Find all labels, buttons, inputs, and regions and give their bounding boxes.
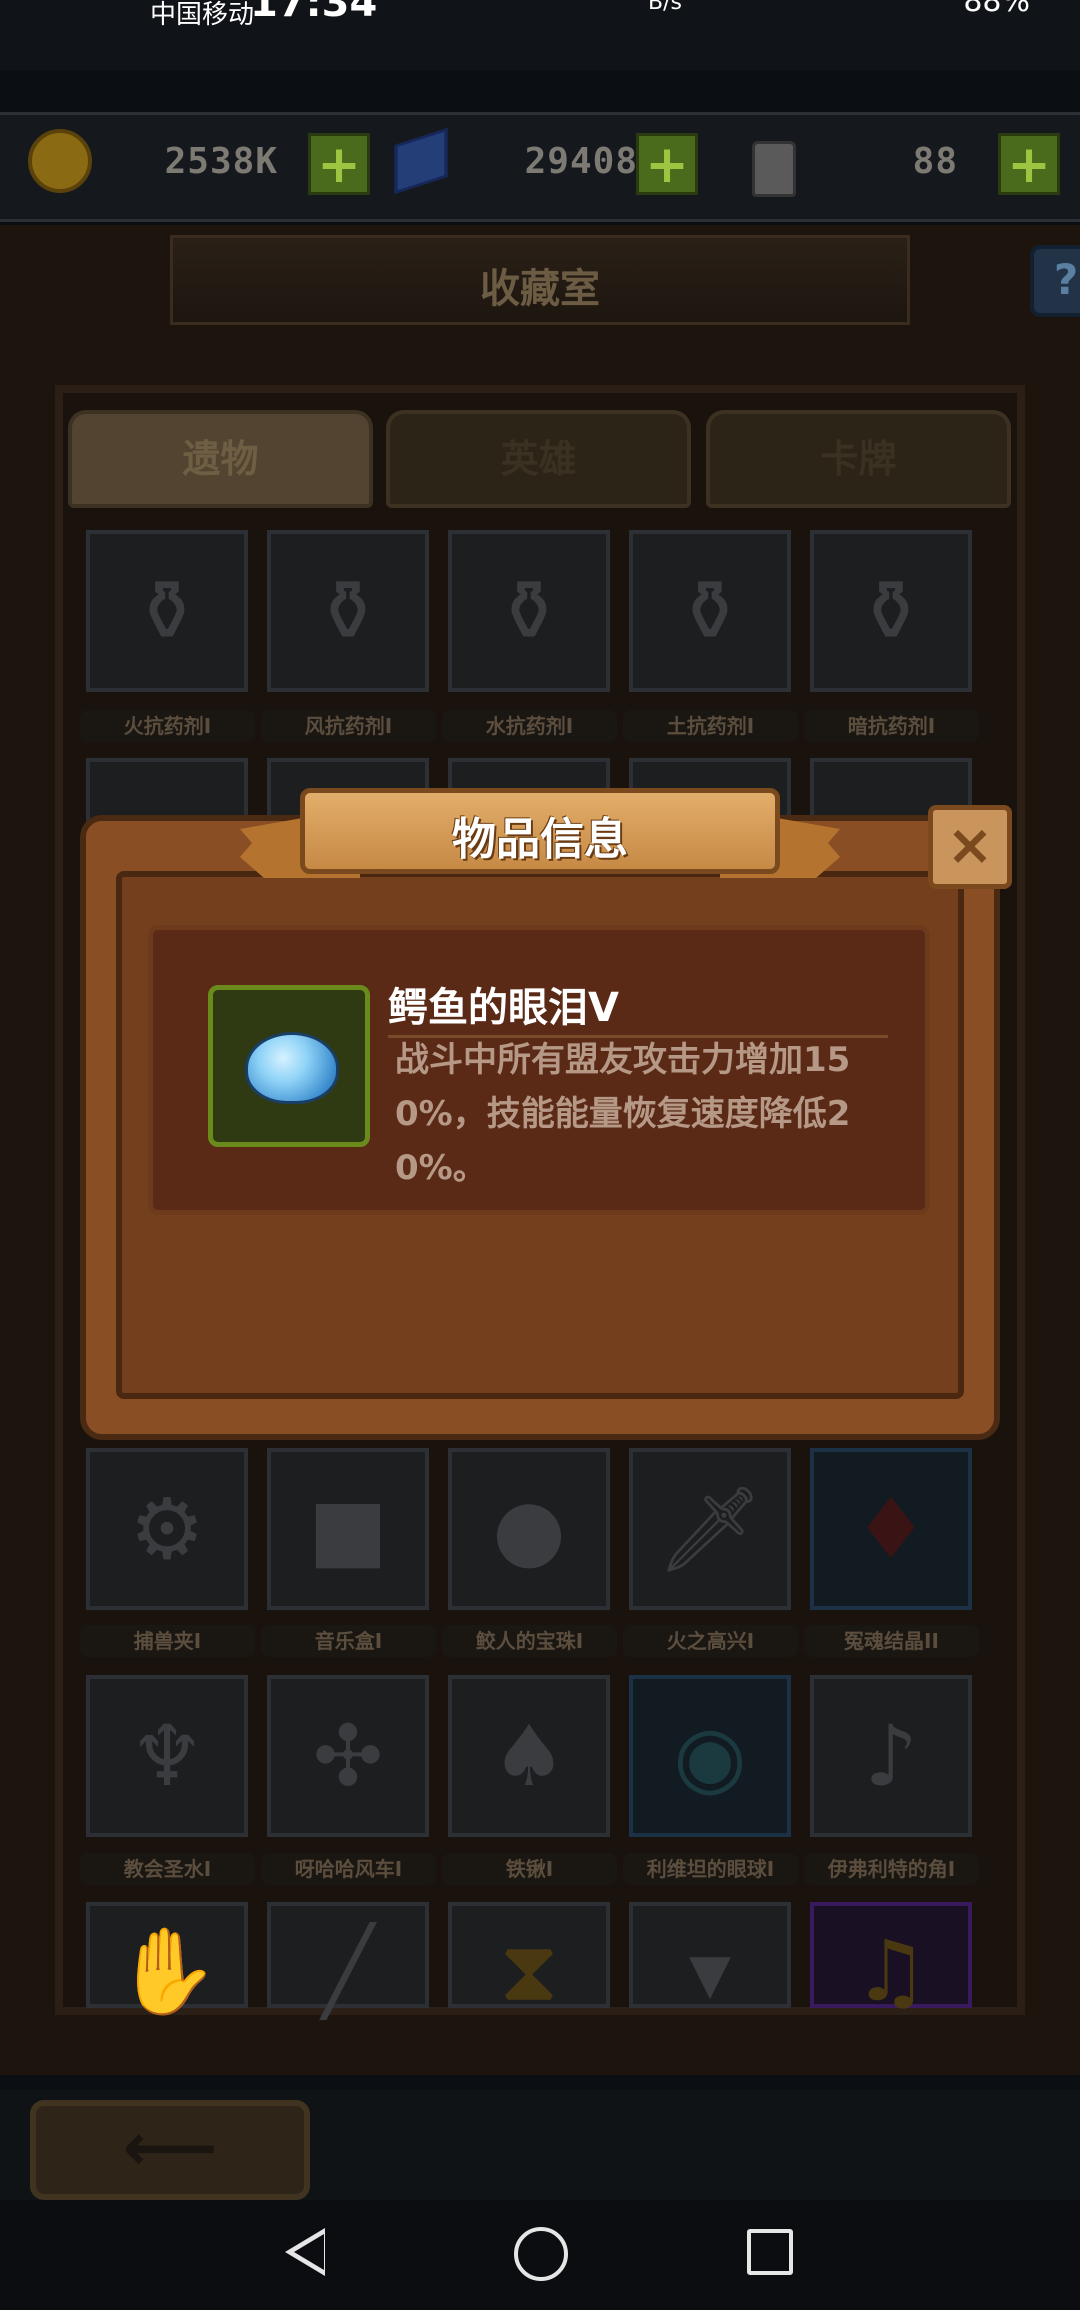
gold-resource: 2538K + bbox=[28, 129, 370, 199]
relic-slot[interactable]: ♫ bbox=[810, 1902, 972, 2020]
eyeball-icon: ◉ bbox=[673, 1707, 747, 1805]
carrier-label: 中国移动 bbox=[150, 0, 255, 30]
potion-flask-icon: ⚱ bbox=[131, 562, 203, 660]
title-banner: 收藏室 bbox=[170, 235, 910, 325]
relic-slot[interactable]: ⚱ bbox=[810, 530, 972, 692]
relic-slot[interactable]: ⚙ bbox=[86, 1448, 248, 1610]
status-bar: 中国移动 17:34 B/s 88% bbox=[0, 0, 1080, 70]
relic-slot[interactable]: 🗡 bbox=[629, 1448, 791, 1610]
horn-gold-icon: ♫ bbox=[853, 1922, 929, 2020]
relic-name: 冤魂结晶II bbox=[804, 1625, 979, 1657]
feather-icon: ╱ bbox=[322, 1922, 374, 2020]
shovel-icon: ♠ bbox=[491, 1707, 567, 1805]
relic-slot[interactable]: ▾ bbox=[629, 1902, 791, 2020]
nav-recents-icon[interactable] bbox=[747, 2229, 793, 2275]
relic-name: 火抗药剂I bbox=[80, 710, 255, 742]
relic-slot[interactable]: ⚱ bbox=[629, 530, 791, 692]
potion-amount: 88 bbox=[912, 141, 958, 182]
relic-slot[interactable]: ✣ bbox=[267, 1675, 429, 1837]
pearl-icon: ● bbox=[492, 1480, 566, 1578]
relic-slot[interactable]: ♦ bbox=[810, 1448, 972, 1610]
relic-name: 鲛人的宝珠I bbox=[442, 1625, 617, 1657]
gem-amount: 29408 bbox=[524, 141, 638, 182]
horn-icon: ♪ bbox=[864, 1707, 918, 1805]
music-box-icon: ■ bbox=[308, 1480, 388, 1578]
potion-flask-icon: ⚱ bbox=[674, 562, 746, 660]
sword-icon: 🗡 bbox=[656, 1480, 764, 1578]
relic-slot[interactable]: ◉ bbox=[629, 1675, 791, 1837]
page-title: 收藏室 bbox=[480, 266, 600, 312]
relic-name: 土抗药剂I bbox=[623, 710, 798, 742]
claw-icon: ✋ bbox=[114, 1922, 220, 2020]
resource-bar: 2538K + 29408 + 88 + bbox=[0, 112, 1080, 222]
add-gold-button[interactable]: + bbox=[308, 133, 370, 195]
item-name: 鳄鱼的眼泪V bbox=[388, 985, 619, 1031]
gold-amount: 2538K bbox=[164, 141, 278, 182]
gold-coin-icon bbox=[28, 129, 92, 193]
network-speed: B/s bbox=[648, 0, 682, 15]
relic-name: 利维坦的眼球I bbox=[623, 1853, 798, 1885]
potion-flask-icon: ⚱ bbox=[312, 562, 384, 660]
crystal-icon: ♦ bbox=[853, 1480, 929, 1578]
mask-icon: ▾ bbox=[688, 1922, 732, 2020]
crocodile-tear-icon bbox=[245, 1032, 339, 1104]
relic-name: 火之高兴I bbox=[623, 1625, 798, 1657]
relic-slot[interactable]: ⧗ bbox=[448, 1902, 610, 2020]
relic-name: 伊弗利特的角I bbox=[804, 1853, 979, 1885]
relic-name: 呀哈哈风车I bbox=[261, 1853, 436, 1885]
pinwheel-icon: ✣ bbox=[312, 1707, 384, 1805]
battery-level: 88% bbox=[963, 0, 1030, 19]
add-potions-button[interactable]: + bbox=[998, 133, 1060, 195]
relic-slot[interactable]: ● bbox=[448, 1448, 610, 1610]
modal-title: 物品信息 bbox=[452, 814, 628, 865]
item-icon-frame bbox=[208, 985, 370, 1147]
add-gems-button[interactable]: + bbox=[636, 133, 698, 195]
tab-relics[interactable]: 遗物 bbox=[68, 410, 373, 508]
relic-slot[interactable]: ⚱ bbox=[267, 530, 429, 692]
relic-name: 捕兽夹I bbox=[80, 1625, 255, 1657]
relic-name: 教会圣水I bbox=[80, 1853, 255, 1885]
gem-icon bbox=[394, 128, 448, 194]
relic-slot[interactable]: ♆ bbox=[86, 1675, 248, 1837]
potion-flask-icon: ⚱ bbox=[493, 562, 565, 660]
relic-name: 风抗药剂I bbox=[261, 710, 436, 742]
relic-slot[interactable]: ■ bbox=[267, 1448, 429, 1610]
relic-slot[interactable]: ⚱ bbox=[448, 530, 610, 692]
hourglass-icon: ⧗ bbox=[499, 1922, 559, 2020]
relic-slot[interactable]: ╱ bbox=[267, 1902, 429, 2020]
relic-slot[interactable]: ♪ bbox=[810, 1675, 972, 1837]
relic-slot[interactable]: ✋ bbox=[86, 1902, 248, 2020]
relic-name: 水抗药剂I bbox=[442, 710, 617, 742]
potion-flask-icon: ⚱ bbox=[855, 562, 927, 660]
relic-name: 音乐盒I bbox=[261, 1625, 436, 1657]
potion-resource: 88 + bbox=[748, 129, 1068, 199]
tab-heroes[interactable]: 英雄 bbox=[386, 410, 691, 508]
clock: 17:34 bbox=[250, 0, 378, 26]
relic-name: 暗抗药剂I bbox=[804, 710, 979, 742]
tab-cards[interactable]: 卡牌 bbox=[706, 410, 1011, 508]
relic-slot[interactable]: ⚱ bbox=[86, 530, 248, 692]
gem-resource: 29408 + bbox=[388, 128, 708, 199]
nav-home-icon[interactable] bbox=[514, 2227, 568, 2281]
relic-slot[interactable]: ♠ bbox=[448, 1675, 610, 1837]
close-button[interactable]: × bbox=[928, 805, 1012, 889]
modal-title-banner: 物品信息 bbox=[300, 788, 780, 874]
back-button[interactable]: ⟵ bbox=[30, 2100, 310, 2200]
nav-back-icon[interactable] bbox=[285, 2228, 325, 2276]
bear-trap-icon: ⚙ bbox=[129, 1480, 205, 1578]
relic-name: 铁锹I bbox=[442, 1853, 617, 1885]
chalice-icon: ♆ bbox=[129, 1707, 205, 1805]
help-button[interactable]: ? bbox=[1030, 245, 1080, 317]
item-description: 战斗中所有盟友攻击力增加150%，技能能量恢复速度降低20%。 bbox=[395, 1040, 851, 1188]
